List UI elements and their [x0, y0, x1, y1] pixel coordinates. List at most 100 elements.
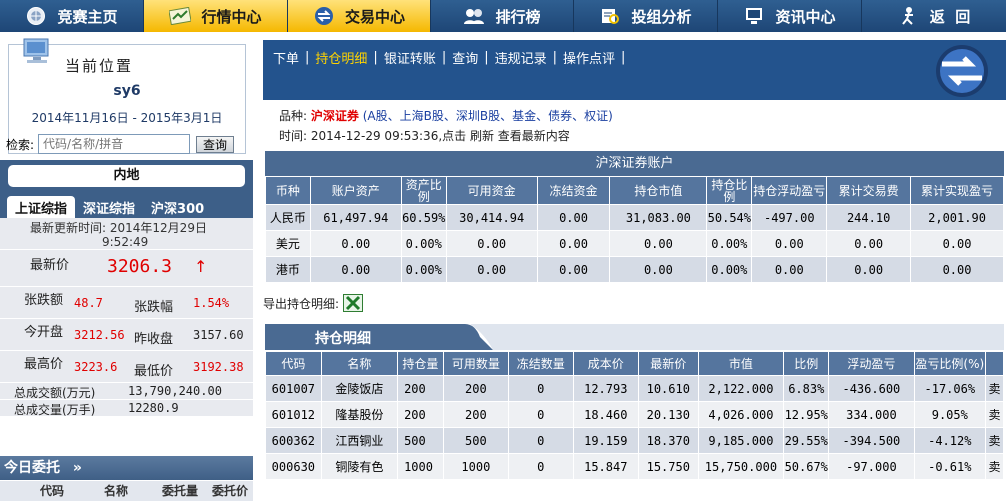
- table-cell[interactable]: 铜陵有色: [320, 453, 399, 480]
- subnav-violations[interactable]: 违规记录: [491, 48, 551, 67]
- nav-ranking[interactable]: 排行榜: [431, 0, 574, 32]
- nav-analysis[interactable]: 投组分析: [574, 0, 718, 32]
- nav-market[interactable]: 行情中心: [144, 0, 288, 32]
- table-cell[interactable]: 601007: [265, 375, 322, 402]
- hold-col-market-value: 市值: [697, 351, 785, 376]
- top-navigation: 竞赛主页 行情中心 交易中心 排行榜 投组分析 资讯中心 返 回: [0, 0, 1006, 32]
- latest-price-value: 3206.3: [107, 256, 173, 277]
- table-cell: 19.159: [572, 427, 640, 454]
- hold-col-floating-pl: 浮动盈亏: [828, 351, 915, 376]
- table-cell: 50.54%: [706, 204, 753, 231]
- hold-col-cost: 成本价: [572, 351, 640, 376]
- table-cell: 9,185.000: [697, 427, 785, 454]
- table-cell: 0.00: [609, 230, 708, 257]
- account-row-hkd: 港币 0.00 0.00% 0.00 0.00 0.00 0.00% 0.00 …: [265, 256, 1004, 283]
- table-cell: -394.500: [828, 427, 915, 454]
- account-row-cny: 人民币 61,497.94 60.59% 30,414.94 0.00 31,0…: [265, 204, 1004, 231]
- current-position-title: 当前位置: [65, 57, 134, 75]
- nav-home-label: 竞赛主页: [57, 7, 118, 26]
- subnav-query[interactable]: 查询: [448, 48, 482, 67]
- table-cell: 18.460: [572, 401, 640, 428]
- subnav-comments[interactable]: 操作点评: [559, 48, 619, 67]
- high-value: 3223.6: [74, 360, 118, 374]
- volume-row: 总成交量(万手) 12280.9: [0, 400, 253, 417]
- table-cell: 0.00%: [400, 230, 447, 257]
- nav-back[interactable]: 返 回: [862, 0, 1006, 32]
- table-cell: 200: [442, 401, 509, 428]
- subnav-transfer[interactable]: 银证转账: [380, 48, 440, 67]
- low-label: 最低价: [134, 364, 174, 379]
- search-input[interactable]: [38, 134, 191, 154]
- table-cell: 0.00: [536, 204, 611, 231]
- turnover-value: 13,790,240.00: [128, 384, 222, 398]
- acct-col-assets: 账户资产: [309, 176, 402, 205]
- table-cell: 0.00: [309, 256, 402, 283]
- tab-szse-composite[interactable]: 深证综指: [75, 196, 143, 218]
- account-title: 沪深证券账户: [265, 151, 1004, 176]
- left-panel: 当前位置 sy6 2014年11月16日 - 2015年3月1日 检索: 查询 …: [0, 32, 253, 502]
- sell-button[interactable]: 卖: [985, 427, 1004, 454]
- table-cell: -436.600: [828, 375, 915, 402]
- table-cell[interactable]: 金陵饭店: [320, 375, 399, 402]
- table-cell: 0.00: [910, 256, 1004, 283]
- sell-button[interactable]: 卖: [985, 453, 1004, 480]
- nav-news-label: 资讯中心: [775, 7, 836, 26]
- sell-button[interactable]: 卖: [985, 401, 1004, 428]
- table-cell: 0.00: [826, 256, 912, 283]
- low-value: 3192.38: [193, 360, 244, 374]
- volume-label: 总成交量(万手): [14, 403, 96, 417]
- table-cell: 200: [397, 375, 444, 402]
- open-value: 3212.56: [74, 328, 125, 342]
- today-entrust-header[interactable]: 今日委托 »: [0, 456, 253, 480]
- table-row: 600362 江西铜业 500 500 0 19.159 18.370 9,18…: [265, 427, 1004, 454]
- username: sy6: [113, 83, 141, 99]
- table-cell: -0.61%: [913, 453, 987, 480]
- table-cell: -497.00: [751, 204, 828, 231]
- table-cell: 0.00%: [400, 256, 447, 283]
- nav-home[interactable]: 竞赛主页: [0, 0, 144, 32]
- table-row: 601012 隆基股份 200 200 0 18.460 20.130 4,02…: [265, 401, 1004, 428]
- table-cell[interactable]: 江西铜业: [320, 427, 399, 454]
- index-tabs: 上证综指 深证综指 沪深300: [0, 192, 253, 218]
- refresh-hint[interactable]: ,点击 刷新 查看最新内容: [438, 129, 569, 143]
- sell-button[interactable]: 卖: [985, 375, 1004, 402]
- nav-market-label: 行情中心: [201, 7, 262, 26]
- table-cell[interactable]: 600362: [265, 427, 322, 454]
- nav-trade[interactable]: 交易中心: [288, 0, 431, 32]
- today-entrust-title: 今日委托: [4, 460, 60, 476]
- search-button[interactable]: 查询: [196, 135, 235, 153]
- users-icon: [463, 6, 485, 26]
- table-cell: 6.83%: [783, 375, 830, 402]
- subnav-holdings[interactable]: 持仓明细: [311, 48, 371, 67]
- excel-icon[interactable]: [343, 294, 364, 312]
- entrust-col-qty: 委托量: [161, 484, 198, 498]
- change-label: 张跌额: [24, 293, 64, 308]
- table-cell: 10.610: [638, 375, 699, 402]
- export-label: 导出持仓明细:: [263, 296, 340, 311]
- holdings-table: 代码 名称 持仓量 可用数量 冻结数量 成本价 最新价 市值 比例 浮动盈亏 盈…: [265, 351, 1004, 480]
- table-cell: 0.00: [445, 230, 538, 257]
- subnav-order[interactable]: 下单: [269, 48, 303, 67]
- table-cell: 200: [397, 401, 444, 428]
- tab-csi300[interactable]: 沪深300: [143, 196, 212, 218]
- hold-col-action: [985, 351, 1004, 376]
- tab-mainland[interactable]: 内地: [8, 165, 245, 187]
- nav-news[interactable]: 资讯中心: [718, 0, 862, 32]
- latest-price-label: 最新价: [30, 258, 70, 273]
- table-cell[interactable]: 000630: [265, 453, 322, 480]
- table-cell[interactable]: 隆基股份: [320, 401, 399, 428]
- search-bar: 检索: 查询: [6, 134, 246, 154]
- variety-value[interactable]: 沪深证券: [311, 109, 359, 123]
- update-date: 2014年12月29日: [109, 221, 207, 235]
- table-cell: 60.59%: [400, 204, 447, 231]
- tab-sse-composite[interactable]: 上证综指: [7, 196, 76, 218]
- account-row-usd: 美元 0.00 0.00% 0.00 0.00 0.00 0.00% 0.00 …: [265, 230, 1004, 257]
- table-cell: 50.67%: [783, 453, 830, 480]
- table-cell: 0.00: [826, 230, 912, 257]
- change-pct-label: 张跌幅: [134, 300, 174, 315]
- table-cell[interactable]: 601012: [265, 401, 322, 428]
- hold-col-qty: 持仓量: [397, 351, 444, 376]
- turnover-row: 总成交额(万元) 13,790,240.00: [0, 383, 253, 400]
- table-cell: 12.793: [572, 375, 640, 402]
- table-cell: 0.00: [910, 230, 1004, 257]
